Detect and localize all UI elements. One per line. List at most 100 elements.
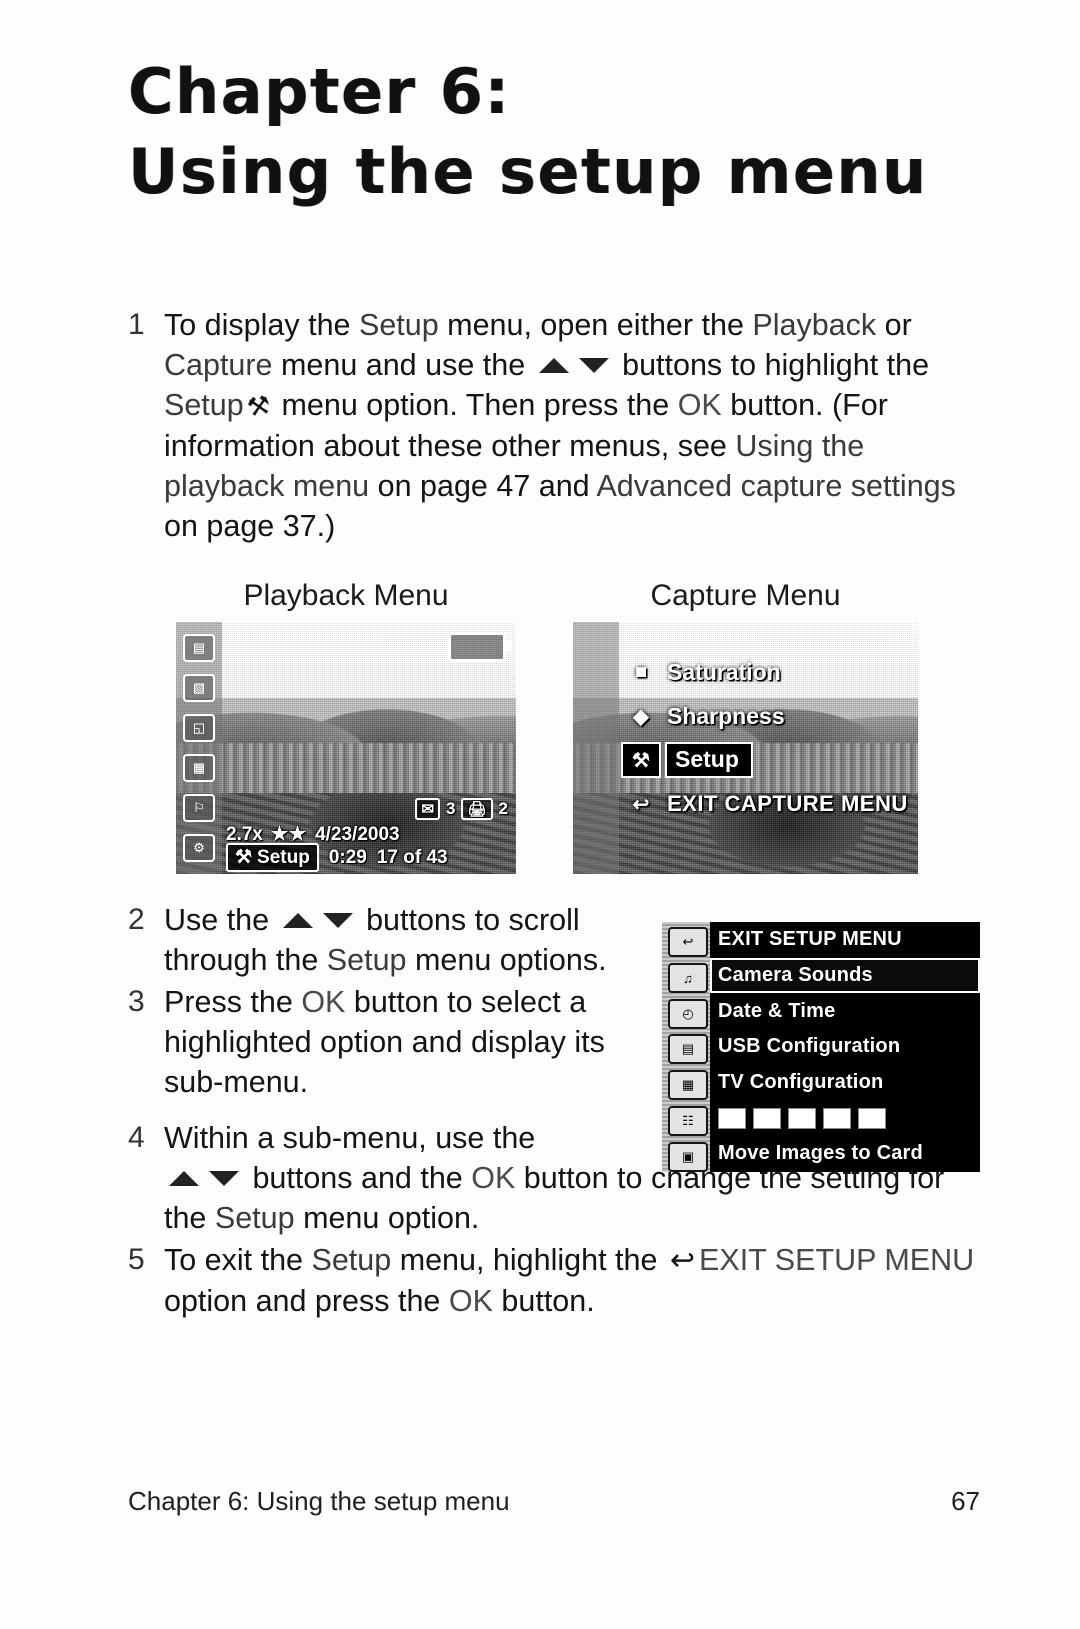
setup-icon-rail: ↩ ♫ ◴ ▤ ▦ ☷ ▣ (662, 922, 710, 1172)
menu-figures: Playback Menu ▤ ▧ ◱ ▦ ⚐ ⚙ ✉ 3 🖨 2 2.7x ★… (128, 578, 988, 898)
step-1-seg1: To display the (164, 308, 359, 342)
capture-item-setup[interactable]: ⚒ Setup (619, 738, 914, 782)
step-1-seg8: on page 47 and (369, 469, 597, 503)
setup-rail-icon-language: ☷ (668, 1106, 708, 1136)
setup-rail-icon-tv: ▦ (668, 1070, 708, 1100)
instruction-steps: 1 To display the Setup menu, open either… (128, 305, 988, 548)
step-3-seg1: Press the (164, 985, 302, 1019)
setup-item-move-images-to-card[interactable]: Move Images to Card (710, 1136, 980, 1172)
playback-setup-label: Setup (257, 846, 310, 868)
step-3-number: 3 (128, 985, 145, 1018)
setup-rail-icon-exit: ↩ (668, 927, 708, 957)
step-5-text: To exit the Setup menu, highlight the ↩ E… (164, 1240, 988, 1321)
rail-icon-3: ▦ (183, 754, 215, 782)
print-count: 2 (498, 799, 508, 818)
wrench-icon: ⚒ (244, 389, 273, 423)
step-2-seg1: Use the (164, 903, 278, 937)
capture-item-label: Saturation (667, 658, 781, 685)
setup-rail-icon-move: ▣ (668, 1142, 708, 1172)
setup-rail-icon-sounds: ♫ (668, 963, 708, 993)
title-line-1: Chapter 6: (128, 55, 511, 128)
wrench-icon-small: ⚒ (235, 847, 253, 868)
step-4-number: 4 (128, 1121, 145, 1154)
setup-item-camera-sounds[interactable]: Camera Sounds (710, 957, 980, 994)
playback-overlay-status: ⚒ Setup 0:29 17 of 43 (226, 843, 510, 872)
step-4-seg1: Within a sub-menu, use the (164, 1121, 536, 1155)
image-index: 17 of 43 (376, 846, 448, 868)
step-5: 5 To exit the Setup menu, highlight the … (128, 1240, 988, 1321)
mail-icon: ✉ (415, 798, 441, 820)
playback-caption: Playback Menu (243, 579, 449, 612)
setup-rail-icon-usb: ▤ (668, 1034, 708, 1064)
language-chip (858, 1107, 886, 1129)
up-arrow-icon (282, 912, 313, 928)
step-3: 3 Press the OK button to select a highli… (128, 982, 648, 1102)
step-5-number: 5 (128, 1243, 145, 1276)
video-time: 0:29 (328, 846, 367, 868)
rail-icon-0: ▤ (183, 634, 215, 662)
instruction-steps-2-4: 2 Use the buttons to scroll through the … (128, 900, 648, 1104)
page-title: Chapter 6: Using the setup menu (128, 52, 968, 212)
up-arrow-icon (169, 1170, 199, 1186)
step-1-em-capture: Capture (164, 348, 273, 382)
footer-page-number: 67 (951, 1486, 980, 1516)
page-footer: Chapter 6: Using the setup menu 67 (128, 1486, 980, 1517)
mail-count: 3 (446, 799, 456, 818)
step-4-seg4: menu option. (294, 1201, 480, 1235)
step-1-seg6: menu option. Then press the (273, 388, 678, 422)
capture-item-sharpness[interactable]: ◆ Sharpness (619, 694, 914, 738)
capture-item-label: EXIT CAPTURE MENU (667, 791, 908, 816)
capture-icon-rail (573, 622, 619, 874)
setup-item-date-time[interactable]: Date & Time (710, 993, 980, 1029)
step-1-seg2: menu, open either the (438, 308, 753, 342)
rail-icon-4: ⚐ (183, 794, 215, 822)
step-1-ok: OK (677, 388, 722, 422)
step-1-number: 1 (128, 308, 145, 341)
step-4-ok: OK (471, 1161, 516, 1195)
step-5-ok: OK (448, 1284, 493, 1318)
capture-item-exit[interactable]: ↩ EXIT CAPTURE MENU (619, 782, 914, 826)
print-icon: 🖨 (461, 798, 493, 820)
step-2-seg3: menu options. (406, 943, 607, 977)
capture-item-saturation[interactable]: ■ Saturation (619, 650, 914, 694)
step-5-seg3: option and press the (164, 1284, 449, 1318)
step-3-text: Press the OK button to select a highligh… (164, 982, 648, 1102)
step-2-text: Use the buttons to scroll through the Se… (164, 900, 648, 980)
setup-item-tv-configuration[interactable]: TV Configuration (710, 1065, 980, 1101)
language-chip (753, 1107, 781, 1129)
sharpness-icon: ◆ (633, 705, 649, 728)
setup-item-usb-configuration[interactable]: USB Configuration (710, 1029, 980, 1065)
playback-lcd-screen: ▤ ▧ ◱ ▦ ⚐ ⚙ ✉ 3 🖨 2 2.7x ★★ 4/23/2003 ⚒ … (176, 622, 516, 874)
capture-caption: Capture Menu (650, 579, 841, 612)
battery-icon (448, 632, 511, 662)
figure-capture: Capture Menu ■ Saturation ◆ Sharpness ⚒ … (573, 578, 918, 874)
step-5-exit-label: EXIT SETUP MENU (699, 1243, 975, 1277)
setup-item-exit-setup-menu[interactable]: EXIT SETUP MENU (710, 922, 980, 958)
step-4-seg2: buttons and the (244, 1161, 472, 1195)
step-4-em-setup: Setup (214, 1201, 295, 1235)
setup-menu-screenshot: ↩ ♫ ◴ ▤ ▦ ☷ ▣ EXIT SETUP MENU Camera Sou… (662, 922, 980, 1172)
exit-back-icon: ↩ (632, 793, 650, 816)
rail-icon-2: ◱ (183, 714, 215, 742)
step-5-seg4: button. (492, 1284, 595, 1318)
down-arrow-icon (578, 357, 609, 373)
step-2-number: 2 (128, 903, 145, 936)
step-1-text: To display the Setup menu, open either t… (164, 305, 988, 546)
step-5-seg1: To exit the (164, 1243, 312, 1277)
footer-chapter-title: Chapter 6: Using the setup menu (128, 1486, 510, 1516)
setup-item-language[interactable] (710, 1100, 980, 1136)
saturation-icon: ■ (634, 660, 648, 683)
setup-menu-list: EXIT SETUP MENU Camera Sounds Date & Tim… (710, 922, 980, 1172)
step-2: 2 Use the buttons to scroll through the … (128, 900, 648, 980)
capture-item-label: Setup (665, 742, 753, 778)
language-chip (788, 1107, 816, 1129)
step-2-em-setup: Setup (326, 943, 407, 977)
back-arrow-icon: ↩ (669, 1244, 696, 1277)
playback-setup-chip: ⚒ Setup (226, 843, 319, 872)
down-arrow-icon (322, 912, 353, 928)
setup-wrench-icon: ⚒ (621, 742, 661, 778)
step-1-seg9: on page 37.) (164, 509, 336, 543)
step-1-em-setup2: Setup (164, 388, 244, 422)
title-line-2: Using the setup menu (128, 135, 928, 208)
step-1-em-advanced: Advanced capture settings (596, 469, 956, 503)
